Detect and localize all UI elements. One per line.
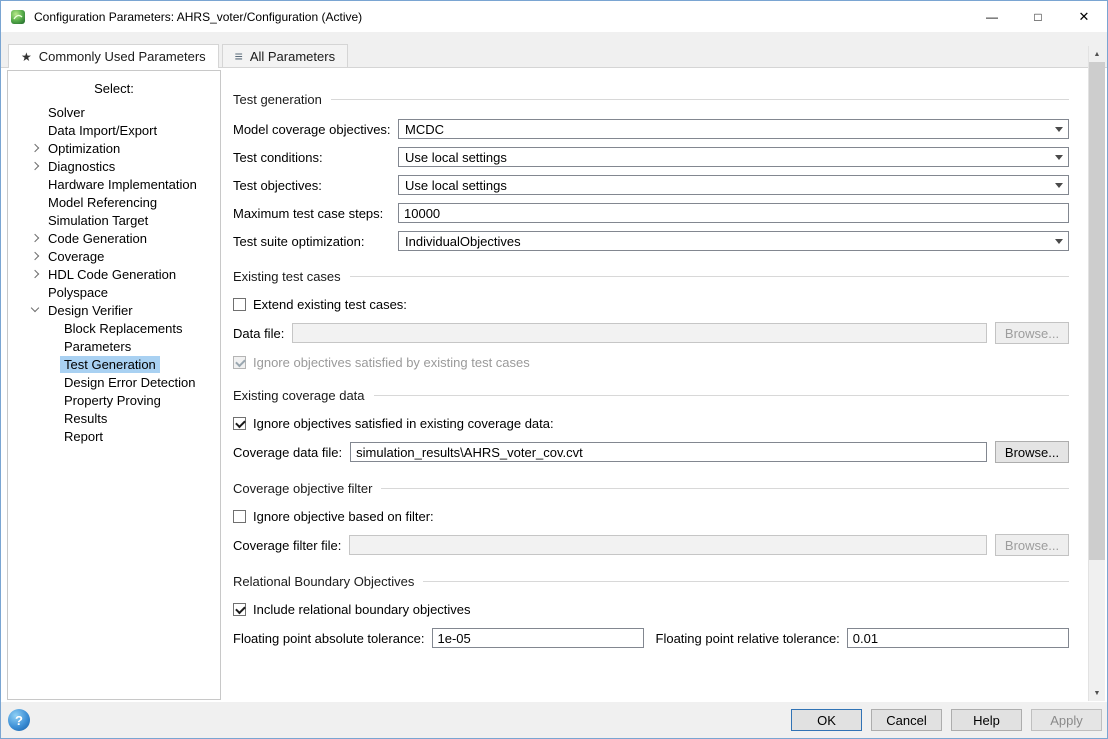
- section-title-existing-coverage-data: Existing coverage data: [233, 388, 1069, 403]
- scroll-up-icon[interactable]: ▲: [1089, 46, 1105, 62]
- test-conditions-label: Test conditions:: [233, 150, 398, 165]
- sidebar-item-optimization[interactable]: Optimization: [8, 139, 220, 157]
- maximum-test-case-steps-label: Maximum test case steps:: [233, 206, 398, 221]
- extend-existing-test-cases-checkbox[interactable]: [233, 298, 246, 311]
- test-suite-optimization-select[interactable]: IndividualObjectives: [398, 231, 1069, 251]
- sidebar-item-simulation-target[interactable]: Simulation Target: [8, 211, 220, 229]
- sidebar-item-solver[interactable]: Solver: [8, 103, 220, 121]
- sidebar-item-polyspace[interactable]: Polyspace: [8, 283, 220, 301]
- scrollbar-thumb[interactable]: [1089, 62, 1105, 560]
- section-title-test-generation: Test generation: [233, 92, 1069, 107]
- test-objectives-select[interactable]: Use local settings: [398, 175, 1069, 195]
- tab-label: Commonly Used Parameters: [39, 49, 206, 64]
- coverage-data-file-browse-button[interactable]: Browse...: [995, 441, 1069, 463]
- configuration-parameters-window: Configuration Parameters: AHRS_voter/Con…: [0, 0, 1108, 739]
- chevron-down-icon: [1050, 121, 1067, 137]
- data-file-input: [292, 323, 987, 343]
- coverage-filter-file-label: Coverage filter file:: [233, 538, 341, 553]
- star-icon: ★: [21, 50, 32, 64]
- test-objectives-label: Test objectives:: [233, 178, 398, 193]
- apply-button: Apply: [1031, 709, 1102, 731]
- chevron-down-icon[interactable]: [28, 302, 44, 318]
- ignore-objectives-existing-coverage-data-checkbox[interactable]: [233, 417, 246, 430]
- tab-all-parameters[interactable]: ≡ All Parameters: [222, 44, 348, 67]
- test-suite-optimization-label: Test suite optimization:: [233, 234, 398, 249]
- chevron-right-icon[interactable]: [28, 248, 44, 264]
- floating-point-absolute-tolerance-label: Floating point absolute tolerance:: [233, 631, 425, 646]
- sidebar-item-test-generation[interactable]: Test Generation: [8, 355, 220, 373]
- chevron-down-icon: [1050, 149, 1067, 165]
- model-coverage-objectives-select[interactable]: MCDC: [398, 119, 1069, 139]
- section-title-coverage-objective-filter: Coverage objective filter: [233, 481, 1069, 496]
- cancel-button[interactable]: Cancel: [871, 709, 942, 731]
- sidebar-item-data-import-export[interactable]: Data Import/Export: [8, 121, 220, 139]
- scroll-down-icon[interactable]: ▼: [1089, 685, 1105, 701]
- chevron-right-icon[interactable]: [28, 266, 44, 282]
- sidebar-item-hardware-implementation[interactable]: Hardware Implementation: [8, 175, 220, 193]
- window-title: Configuration Parameters: AHRS_voter/Con…: [34, 10, 362, 24]
- ignore-objectives-existing-test-cases-checkbox: [233, 356, 246, 369]
- ok-button[interactable]: OK: [791, 709, 862, 731]
- chevron-right-icon[interactable]: [28, 158, 44, 174]
- coverage-filter-file-browse-button: Browse...: [995, 534, 1069, 556]
- chevron-right-icon[interactable]: [28, 140, 44, 156]
- main-panel: Test generation Model coverage objective…: [221, 70, 1107, 700]
- chevron-down-icon: [1050, 177, 1067, 193]
- model-coverage-objectives-label: Model coverage objectives:: [233, 122, 398, 137]
- maximum-test-case-steps-input[interactable]: [398, 203, 1069, 223]
- footer: ? OK Cancel Help Apply: [1, 702, 1107, 738]
- ignore-objective-based-on-filter-checkbox[interactable]: [233, 510, 246, 523]
- simulink-app-icon: [10, 9, 26, 25]
- sidebar-item-parameters[interactable]: Parameters: [8, 337, 220, 355]
- tabbar: ★ Commonly Used Parameters ≡ All Paramet…: [1, 32, 1107, 67]
- data-file-browse-button: Browse...: [995, 322, 1069, 344]
- sidebar-item-hdl-code-generation[interactable]: HDL Code Generation: [8, 265, 220, 283]
- coverage-filter-file-input: [349, 535, 987, 555]
- titlebar: Configuration Parameters: AHRS_voter/Con…: [1, 1, 1107, 32]
- minimize-button[interactable]: —: [969, 1, 1015, 32]
- sidebar-item-results[interactable]: Results: [8, 409, 220, 427]
- sidebar-header: Select:: [8, 81, 220, 99]
- sidebar-item-design-verifier[interactable]: Design Verifier: [8, 301, 220, 319]
- list-icon: ≡: [235, 48, 243, 64]
- sidebar: Select: Solver Data Import/Export Optimi…: [7, 70, 221, 700]
- test-conditions-select[interactable]: Use local settings: [398, 147, 1069, 167]
- data-file-label: Data file:: [233, 326, 284, 341]
- vertical-scrollbar[interactable]: ▲ ▼: [1088, 46, 1105, 701]
- sidebar-item-property-proving[interactable]: Property Proving: [8, 391, 220, 409]
- coverage-data-file-label: Coverage data file:: [233, 445, 342, 460]
- content-area: Select: Solver Data Import/Export Optimi…: [1, 67, 1107, 702]
- sidebar-item-block-replacements[interactable]: Block Replacements: [8, 319, 220, 337]
- sidebar-item-code-generation[interactable]: Code Generation: [8, 229, 220, 247]
- sidebar-item-model-referencing[interactable]: Model Referencing: [8, 193, 220, 211]
- include-relational-boundary-objectives-checkbox[interactable]: [233, 603, 246, 616]
- maximize-button[interactable]: □: [1015, 1, 1061, 32]
- chevron-right-icon[interactable]: [28, 230, 44, 246]
- section-title-relational-boundary-objectives: Relational Boundary Objectives: [233, 574, 1069, 589]
- sidebar-item-coverage[interactable]: Coverage: [8, 247, 220, 265]
- parameter-tree: Solver Data Import/Export Optimization D…: [8, 103, 220, 445]
- sidebar-item-diagnostics[interactable]: Diagnostics: [8, 157, 220, 175]
- chevron-down-icon: [1050, 233, 1067, 249]
- close-button[interactable]: ✕: [1061, 1, 1107, 32]
- tab-commonly-used-parameters[interactable]: ★ Commonly Used Parameters: [8, 44, 219, 68]
- help-button[interactable]: Help: [951, 709, 1022, 731]
- scrollbar-track[interactable]: [1089, 560, 1105, 685]
- help-icon[interactable]: ?: [8, 709, 30, 731]
- tab-label: All Parameters: [250, 49, 335, 64]
- floating-point-relative-tolerance-label: Floating point relative tolerance:: [656, 631, 840, 646]
- coverage-data-file-input[interactable]: [350, 442, 987, 462]
- floating-point-absolute-tolerance-input[interactable]: [432, 628, 644, 648]
- footer-buttons: OK Cancel Help Apply: [791, 709, 1102, 731]
- window-controls: — □ ✕: [969, 1, 1107, 32]
- sidebar-item-report[interactable]: Report: [8, 427, 220, 445]
- floating-point-relative-tolerance-input[interactable]: [847, 628, 1069, 648]
- sidebar-item-design-error-detection[interactable]: Design Error Detection: [8, 373, 220, 391]
- section-title-existing-test-cases: Existing test cases: [233, 269, 1069, 284]
